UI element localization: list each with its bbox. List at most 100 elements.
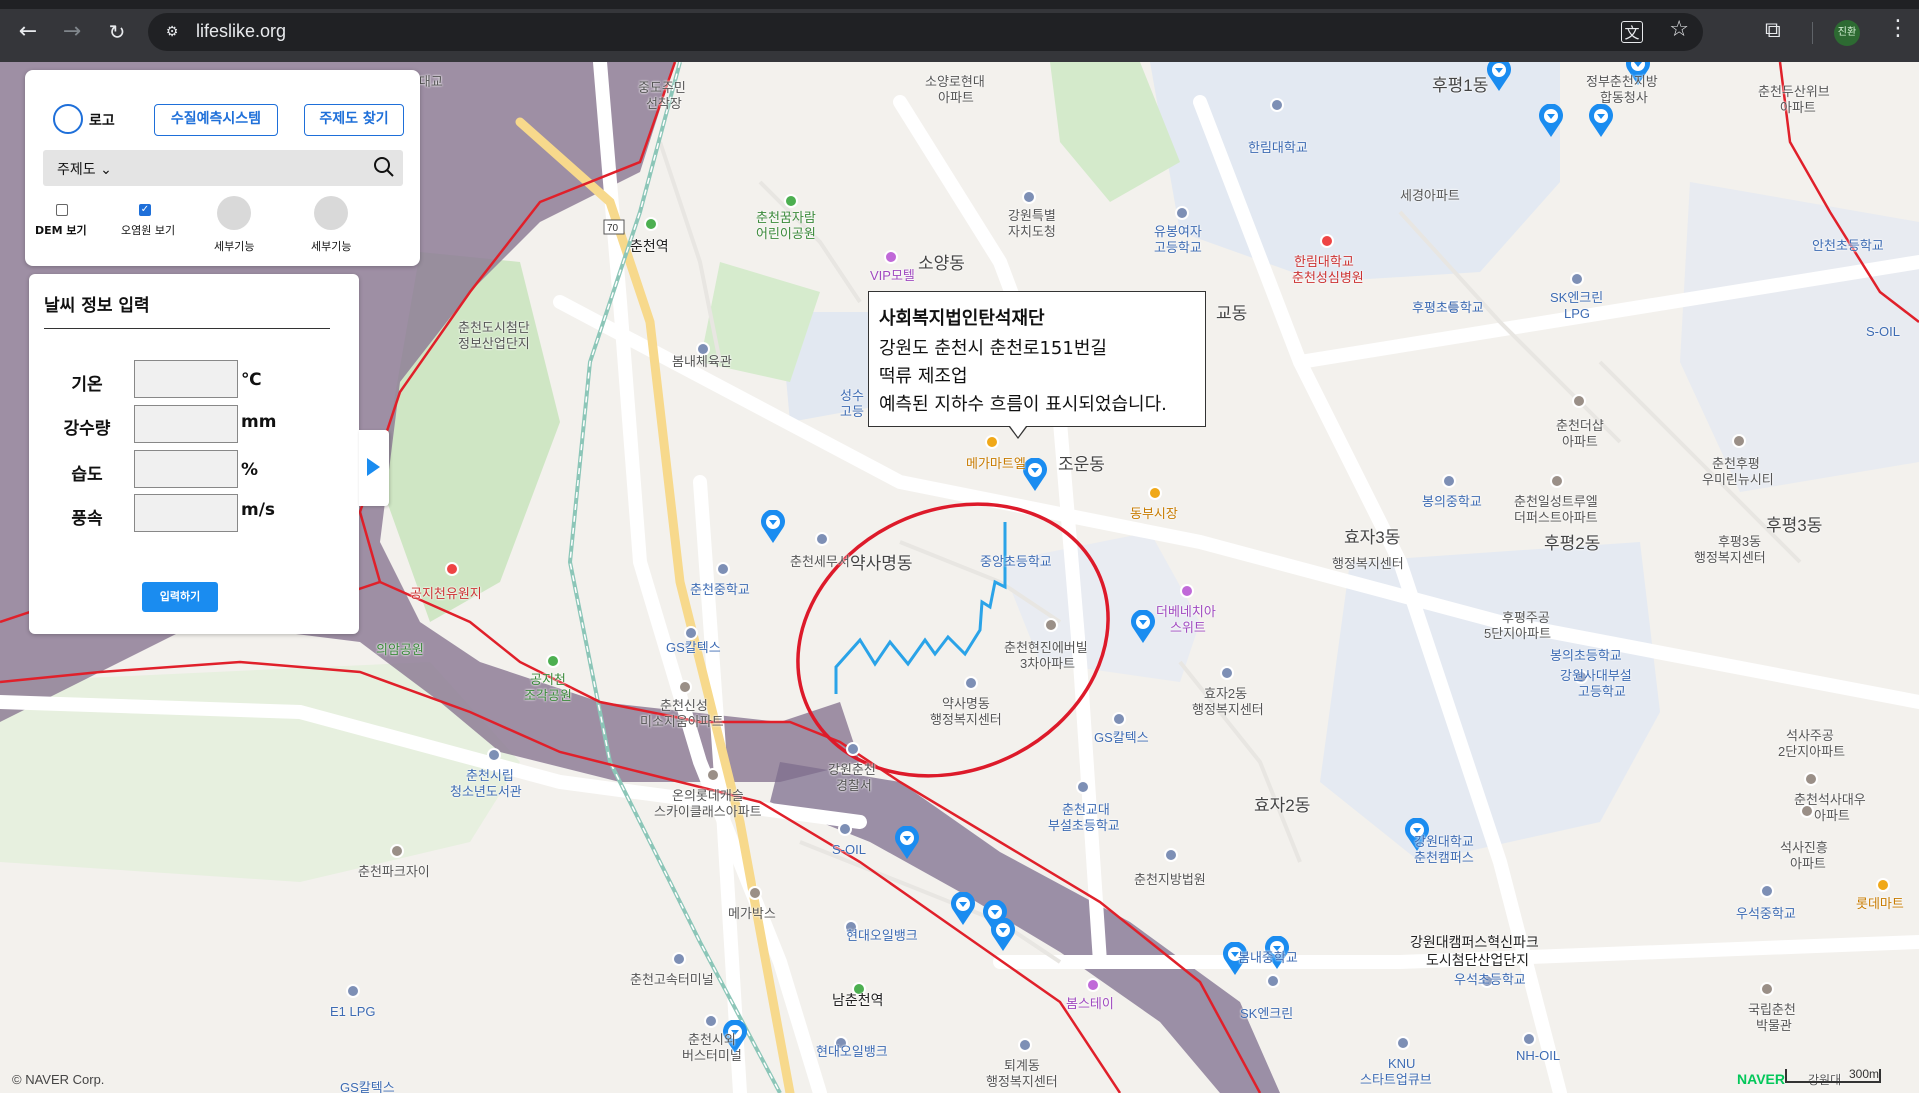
admin-center-marker[interactable] (964, 676, 978, 690)
museum-marker[interactable] (1760, 982, 1774, 996)
map-label: 고등 (840, 404, 864, 419)
map-label: 후평초등학교 (1412, 300, 1484, 315)
pollution-source-pin[interactable] (894, 826, 920, 860)
hotel-marker[interactable] (884, 250, 898, 264)
chevron-down-icon: ⌄ (100, 162, 112, 178)
detail-feature-2-button[interactable] (314, 196, 348, 230)
naver-logo[interactable]: NAVER (1737, 1071, 1785, 1087)
map-label: GS칼텍스 (666, 640, 721, 655)
school-marker[interactable] (1076, 780, 1090, 794)
attraction-marker[interactable] (445, 562, 459, 576)
mart-marker[interactable] (985, 435, 999, 449)
admin-center-marker[interactable] (1220, 666, 1234, 680)
back-arrow-icon[interactable]: ← (14, 18, 42, 46)
apartment-marker[interactable] (390, 844, 404, 858)
more-menu-icon[interactable]: ⋮ (1887, 16, 1909, 41)
pollution-source-pin[interactable] (1538, 104, 1564, 138)
logo-label[interactable]: 로고 (89, 110, 115, 130)
theme-search-bar[interactable]: 주제도 ⌄ (43, 150, 403, 186)
apartment-marker[interactable] (706, 768, 720, 782)
tax-office-marker[interactable] (815, 532, 829, 546)
apartment-marker[interactable] (1572, 394, 1586, 408)
gas-station-marker[interactable] (1522, 1032, 1536, 1046)
theme-dropdown[interactable]: 주제도 ⌄ (57, 159, 112, 179)
terminal-marker[interactable] (704, 1014, 718, 1028)
mart-marker[interactable] (1876, 878, 1890, 892)
apartment-marker[interactable] (1732, 434, 1746, 448)
hotel-marker[interactable] (1086, 978, 1100, 992)
school-marker[interactable] (716, 562, 730, 576)
gas-station-marker[interactable] (1112, 712, 1126, 726)
map-label: 춘천두산위브 (1758, 84, 1830, 99)
admin-center-marker[interactable] (1018, 1038, 1032, 1052)
apartment-marker[interactable] (1044, 618, 1058, 632)
map-label: 도시첨단산업단지 (1426, 952, 1530, 968)
hotel-marker[interactable] (1180, 584, 1194, 598)
water-quality-system-button[interactable]: 수질예측시스템 (154, 104, 278, 136)
pollution-source-pin[interactable] (950, 892, 976, 926)
url-text[interactable]: lifeslike.org (196, 21, 286, 42)
school-marker[interactable] (1760, 884, 1774, 898)
map-label: 미소지움아파트 (640, 714, 724, 729)
map-label: 춘천역 (630, 238, 669, 254)
map-label: 정보산업단지 (458, 336, 530, 351)
site-info-icon[interactable]: ⚙ (162, 22, 182, 42)
hospital-marker[interactable] (1320, 234, 1334, 248)
map-label: 성수 (840, 388, 864, 403)
map-label: E1 LPG (330, 1004, 376, 1019)
extensions-puzzle-icon[interactable]: ⧉ (1765, 18, 1781, 43)
map-label: SK엔크린 (1550, 290, 1604, 305)
gas-station-marker[interactable] (838, 822, 852, 836)
bookmark-star-icon[interactable]: ☆ (1669, 17, 1689, 42)
apartment-marker[interactable] (1804, 772, 1818, 786)
map-label: 한림대학교 (1294, 254, 1354, 269)
pollution-source-pin[interactable] (1588, 104, 1614, 138)
wind-speed-input[interactable] (134, 494, 238, 532)
play-arrow-icon (367, 458, 380, 476)
detail-feature-1-button[interactable] (217, 196, 251, 230)
gas-station-marker[interactable] (1266, 974, 1280, 988)
forward-arrow-icon[interactable]: → (58, 18, 86, 46)
cinema-marker[interactable] (748, 886, 762, 900)
dem-checkbox[interactable] (56, 204, 68, 216)
building-marker[interactable] (1022, 190, 1036, 204)
gas-station-marker[interactable] (1570, 272, 1584, 286)
address-bar[interactable]: ⚙ lifeslike.org 文 ☆ (148, 13, 1703, 51)
map-label: 춘천세무서 (790, 554, 850, 569)
profile-avatar[interactable]: 진환 (1834, 20, 1860, 46)
school-marker[interactable] (1442, 474, 1456, 488)
temperature-input[interactable] (134, 360, 238, 398)
park-marker[interactable] (546, 654, 560, 668)
pollution-source-pin[interactable] (760, 510, 786, 544)
logo-circle-icon[interactable] (53, 104, 83, 134)
apartment-marker[interactable] (1550, 474, 1564, 488)
translate-icon[interactable]: 文 (1621, 21, 1643, 43)
school-marker[interactable] (1175, 206, 1189, 220)
map-label: 메가마트엘 (966, 456, 1026, 471)
map-label: 강원대캠퍼스혁신파크 (1410, 934, 1539, 950)
pollution-source-pin[interactable] (1130, 610, 1156, 644)
park-marker[interactable] (784, 194, 798, 208)
station-marker[interactable] (644, 217, 658, 231)
precipitation-input[interactable] (134, 405, 238, 443)
apartment-marker[interactable] (678, 680, 692, 694)
panel-toggle-tab[interactable] (359, 430, 389, 506)
market-marker[interactable] (1148, 486, 1162, 500)
pollution-source-pin[interactable] (990, 918, 1016, 952)
gas-station-marker[interactable] (684, 626, 698, 640)
humidity-input[interactable] (134, 450, 238, 488)
terminal-marker[interactable] (672, 952, 686, 966)
search-icon[interactable] (373, 156, 395, 178)
court-marker[interactable] (1164, 848, 1178, 862)
reload-icon[interactable]: ↻ (103, 18, 131, 46)
police-marker[interactable] (846, 742, 860, 756)
gas-station-marker[interactable] (346, 984, 360, 998)
submit-weather-button[interactable]: 입력하기 (142, 582, 218, 612)
pollution-source-pin[interactable] (1486, 62, 1512, 92)
school-marker[interactable] (1270, 98, 1284, 112)
map-label: 동부시장 (1130, 506, 1178, 521)
startup-marker[interactable] (1396, 1036, 1410, 1050)
find-thematic-map-button[interactable]: 주제도 찾기 (304, 104, 404, 136)
pollution-source-checkbox[interactable]: ✓ (139, 204, 151, 216)
library-marker[interactable] (487, 748, 501, 762)
